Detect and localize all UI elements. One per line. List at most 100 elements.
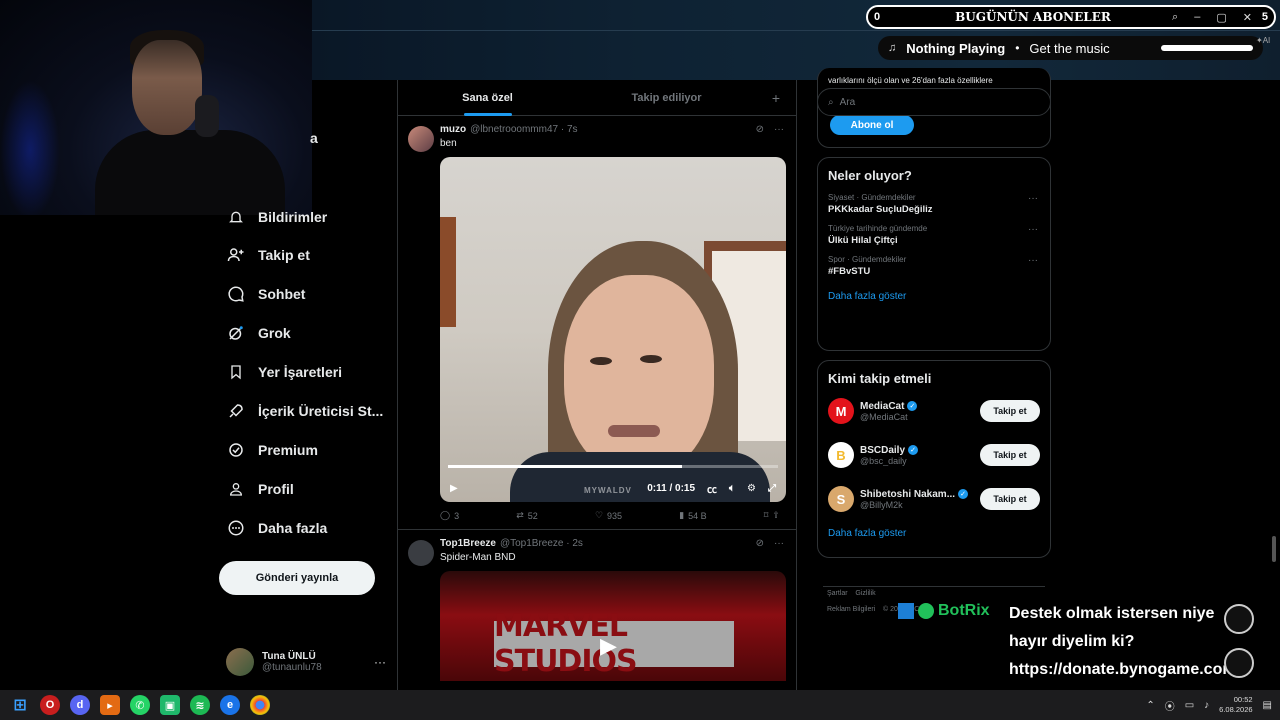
avatar[interactable]: M	[828, 398, 854, 424]
search-input[interactable]: ⌕ Ara	[817, 88, 1051, 116]
chevron-up-icon[interactable]: ⌃	[1146, 700, 1154, 711]
sidebar-item-creator-studio[interactable]: İçerik Üreticisi St...	[226, 401, 383, 421]
trend-item[interactable]: Türkiye tarihinde gündemde Ülkü Hilal Çi…	[828, 224, 1040, 246]
tweet[interactable]: muzo @lbnetrooommm47 · 7s ⊘ ··· ben MYWA…	[398, 116, 796, 530]
more-icon[interactable]: ···	[1028, 255, 1038, 266]
minimize-icon[interactable]: –	[1194, 11, 1200, 24]
tab-for-you[interactable]: Sana özel	[398, 86, 577, 116]
bookmark-button[interactable]: ⌑ ⇪	[764, 510, 780, 521]
maximize-icon[interactable]: ▢	[1216, 11, 1226, 24]
retweet-icon: ⇄	[516, 510, 524, 520]
spotify-icon[interactable]: ≋	[190, 695, 210, 715]
avatar[interactable]: S	[828, 486, 854, 512]
scrollbar[interactable]	[1272, 536, 1276, 562]
footer-link[interactable]: Şartlar	[827, 590, 848, 597]
grok-icon[interactable]: ⊘	[756, 124, 764, 135]
follow-suggestion[interactable]: B BSCDaily ✓ @bsc_daily Takip et	[828, 440, 1040, 470]
search-placeholder: Ara	[839, 96, 856, 108]
trend-item[interactable]: Spor · Gündemdekiler #FBvSTU ···	[828, 255, 1040, 277]
like-button[interactable]: ♡ 935	[595, 510, 622, 521]
tweet-author-name[interactable]: Top1Breeze	[440, 538, 496, 549]
clock[interactable]: 00:52 6.08.2026	[1219, 695, 1252, 715]
sidebar-item-more[interactable]: Daha fazla	[226, 518, 327, 538]
avatar[interactable]	[408, 126, 434, 152]
views-button[interactable]: ▮ 54 B	[679, 510, 706, 521]
more-icon[interactable]: ···	[1028, 193, 1038, 204]
follow-suggestion[interactable]: M MediaCat ✓ @MediaCat Takip et	[828, 396, 1040, 426]
terminal-icon[interactable]: ▸	[100, 695, 120, 715]
follow-button[interactable]: Takip et	[980, 444, 1040, 466]
more-circle-icon	[226, 518, 246, 538]
video-thumbnail[interactable]: MARVEL STUDIOS ▶	[440, 571, 786, 681]
sidebar-item-notifications[interactable]: Bildirimler	[226, 207, 327, 227]
app-icon[interactable]: ▣	[160, 695, 180, 715]
notification-icon[interactable]: ▤	[1263, 700, 1272, 711]
tweet[interactable]: Top1Breeze @Top1Breeze · 2s ⊘ ··· Spider…	[398, 530, 796, 681]
play-icon[interactable]: ▶	[600, 633, 617, 659]
subscribe-button[interactable]: Abone ol	[830, 115, 914, 135]
follow-button[interactable]: Takip et	[980, 400, 1040, 422]
footer-link[interactable]: Reklam Bilgileri	[827, 606, 875, 613]
search-icon[interactable]: ⌕	[1172, 11, 1178, 24]
discord-icon[interactable]: d	[70, 695, 90, 715]
tweet-actions: ◯ 3 ⇄ 52 ♡ 935 ▮ 54 B ⌑ ⇪	[440, 502, 786, 529]
more-icon[interactable]: ···	[1028, 224, 1038, 235]
play-icon[interactable]: ▶	[450, 483, 458, 494]
sidebar-item-label: Profil	[258, 481, 294, 497]
sidebar-item-label: Sohbet	[258, 286, 306, 302]
reply-button[interactable]: ◯ 3	[440, 510, 459, 521]
sidebar-item-chat[interactable]: Sohbet	[226, 284, 305, 304]
close-icon[interactable]: ✕	[1243, 11, 1252, 24]
heart-icon: ♡	[594, 510, 604, 520]
more-icon[interactable]: ···	[774, 124, 784, 135]
more-icon[interactable]: ···	[374, 655, 386, 669]
avatar[interactable]	[408, 540, 434, 566]
rocket-icon	[226, 401, 246, 421]
tweet-author-handle: @lbnetrooommm47 · 7s	[470, 124, 578, 135]
display-icon[interactable]: ▭	[1185, 700, 1194, 711]
grok-icon[interactable]: ⊘	[756, 538, 764, 549]
chart-icon: ▮	[679, 510, 685, 520]
location-icon[interactable]: ⦿	[1165, 698, 1175, 713]
volume-icon[interactable]: ♪	[1204, 700, 1209, 711]
tab-following[interactable]: Takip ediliyor	[577, 86, 756, 110]
video-player[interactable]: MYWALDV ▶ 0:11 / 0:15 ㏄ 🔈︎ ⚙ ⤢	[440, 157, 786, 502]
message-icon[interactable]	[1224, 648, 1254, 678]
windows-start-icon[interactable]: ⊞	[10, 695, 30, 715]
trend-item[interactable]: Siyaset · Gündemdekiler PKKkadar SuçluDe…	[828, 193, 1040, 215]
edge-icon[interactable]: e	[220, 695, 240, 715]
retweet-button[interactable]: ⇄ 52	[516, 510, 538, 521]
show-more-link[interactable]: Daha fazla göster	[828, 291, 1040, 302]
more-icon[interactable]: ···	[774, 538, 784, 549]
whatsapp-icon[interactable]: ✆	[130, 695, 150, 715]
follow-suggestion[interactable]: S Shibetoshi Nakam... ✓ @BillyM2k Takip e…	[828, 484, 1040, 514]
botrix-logo-icon	[898, 603, 914, 619]
video-scrubber[interactable]	[448, 465, 778, 468]
compose-icon[interactable]	[1224, 604, 1254, 634]
add-tab-icon[interactable]: +	[756, 90, 796, 106]
captions-icon[interactable]: ㏄	[707, 481, 717, 496]
show-more-link[interactable]: Daha fazla göster	[828, 528, 1040, 539]
opera-icon[interactable]: O	[40, 695, 60, 715]
tweet-author-name[interactable]: muzo	[440, 124, 466, 135]
sidebar-item-premium[interactable]: Premium	[226, 440, 318, 460]
sidebar-item-bookmarks[interactable]: Yer İşaretleri	[226, 362, 342, 382]
chrome-icon[interactable]	[250, 695, 270, 715]
follow-button[interactable]: Takip et	[980, 488, 1040, 510]
sidebar-item-follow[interactable]: Takip et	[226, 245, 310, 265]
subscribers-widget: 0 BUGÜNÜN ABONELER ⌕ – ▢ ✕ 5	[866, 5, 1276, 29]
subs-count: 0	[874, 11, 881, 23]
now-playing-widget: ♫ Nothing Playing • Get the music	[878, 36, 1263, 60]
window-controls[interactable]: ⌕ – ▢ ✕	[1172, 11, 1252, 24]
account-switcher[interactable]: Tuna ÜNLÜ @tunaunlu78 ···	[226, 645, 386, 679]
footer-link[interactable]: Gizlilik	[855, 590, 875, 597]
sidebar-item-grok[interactable]: Grok	[226, 323, 291, 343]
settings-icon[interactable]: ⚙	[747, 483, 756, 494]
publish-post-button[interactable]: Gönderi yayınla	[219, 561, 375, 595]
volume-icon[interactable]: 🔈︎	[729, 483, 735, 494]
fullscreen-icon[interactable]: ⤢	[768, 483, 776, 494]
verified-icon: ✓	[908, 445, 919, 455]
avatar	[226, 648, 254, 676]
sidebar-item-profile[interactable]: Profil	[226, 479, 294, 499]
avatar[interactable]: B	[828, 442, 854, 468]
